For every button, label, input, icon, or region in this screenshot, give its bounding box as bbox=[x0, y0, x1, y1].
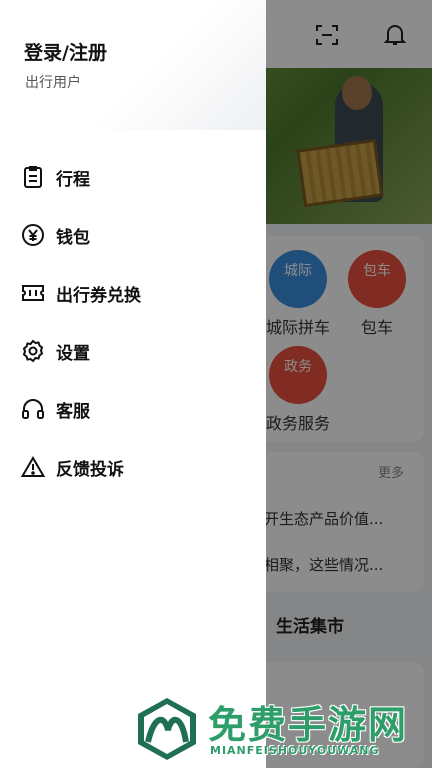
ticket-icon bbox=[20, 280, 46, 306]
menu-item-label: 反馈投诉 bbox=[56, 459, 124, 480]
menu-item-trips[interactable]: 行程 bbox=[20, 157, 240, 197]
headset-icon bbox=[20, 396, 46, 422]
menu-item-label: 设置 bbox=[56, 343, 90, 364]
watermark-text: 免费手游网 bbox=[208, 702, 409, 747]
menu-item-label: 钱包 bbox=[56, 227, 90, 248]
site-watermark: 免费手游网 MIANFEISHOUYOUWANG bbox=[134, 694, 424, 764]
yen-coin-icon bbox=[20, 222, 46, 248]
menu-item-coupon-exchange[interactable]: 出行券兑换 bbox=[20, 273, 240, 313]
drawer-header: 登录/注册 出行用户 bbox=[0, 0, 266, 130]
login-register-link[interactable]: 登录/注册 bbox=[24, 38, 107, 65]
menu-item-wallet[interactable]: 钱包 bbox=[20, 215, 240, 255]
menu-item-label: 客服 bbox=[56, 401, 90, 422]
warning-icon bbox=[20, 454, 46, 480]
menu-item-label: 行程 bbox=[56, 169, 90, 190]
menu-item-label: 出行券兑换 bbox=[56, 285, 141, 306]
side-drawer: 登录/注册 出行用户 行程 钱包 出行券兑换 设置 客服 反馈投诉 bbox=[0, 0, 266, 768]
watermark-logo-icon bbox=[138, 698, 196, 760]
watermark-subtext: MIANFEISHOUYOUWANG bbox=[210, 744, 380, 757]
gear-icon bbox=[20, 338, 46, 364]
menu-item-settings[interactable]: 设置 bbox=[20, 331, 240, 371]
menu-item-feedback[interactable]: 反馈投诉 bbox=[20, 447, 240, 487]
user-type-label: 出行用户 bbox=[25, 75, 81, 91]
menu-item-customer-service[interactable]: 客服 bbox=[20, 389, 240, 429]
clipboard-icon bbox=[20, 164, 46, 190]
